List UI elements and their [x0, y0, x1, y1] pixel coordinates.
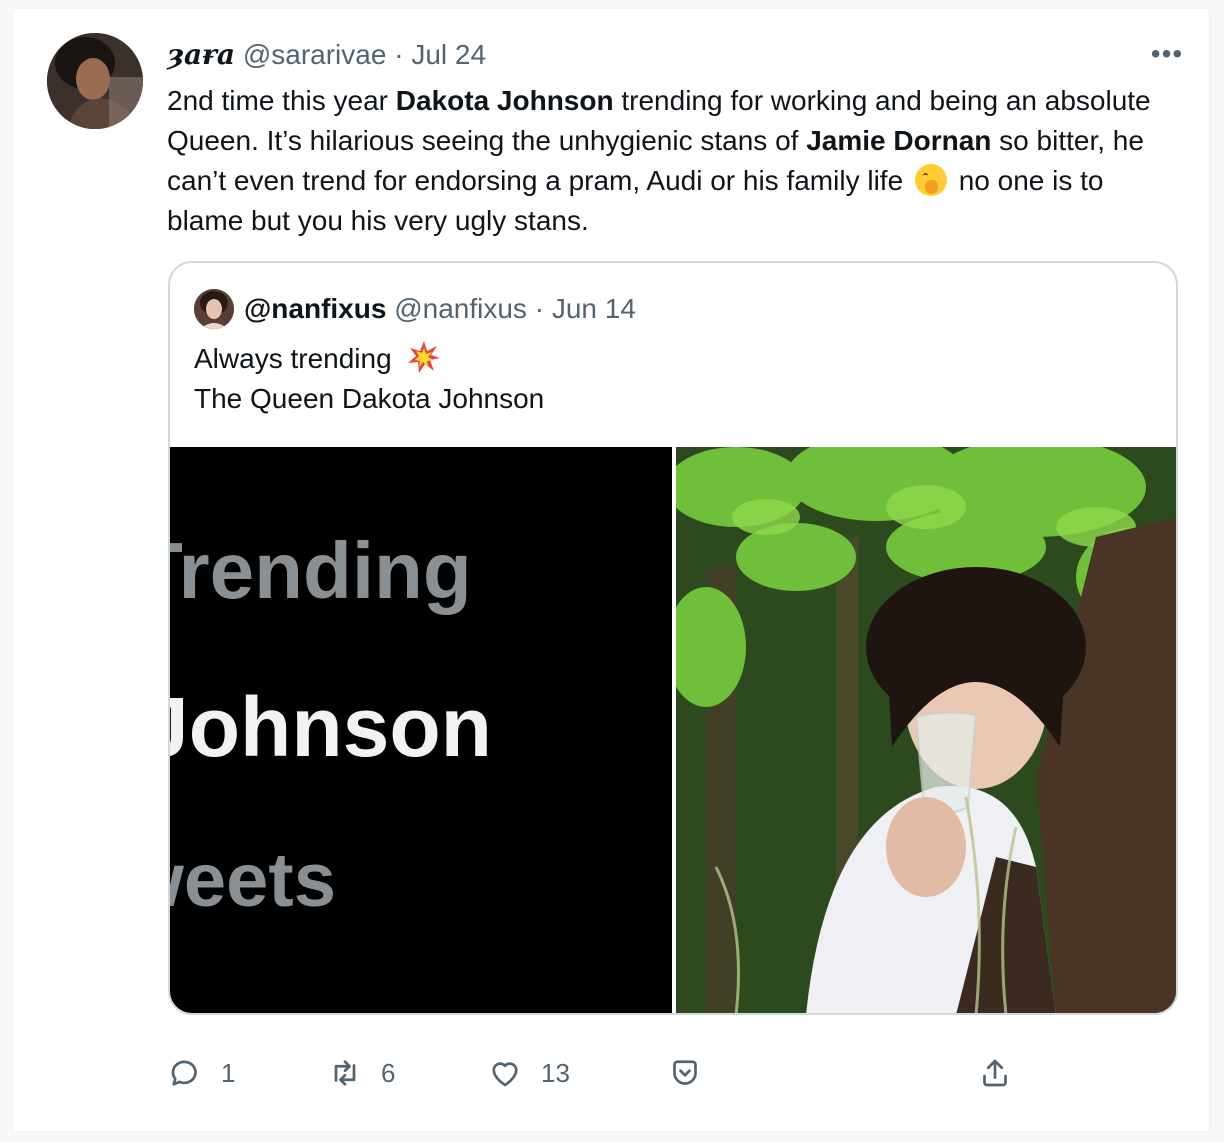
media-text-trending: Trending — [170, 526, 472, 615]
media-image-woman-with-glass[interactable] — [676, 447, 1176, 1013]
quoted-tweet-header: @nanfixus @nanfixus · Jun 14 — [244, 291, 636, 327]
header-separator: · — [394, 39, 404, 70]
reply-button[interactable]: 1 — [167, 1049, 235, 1097]
hand-over-mouth-emoji-icon — [914, 164, 947, 196]
retweet-button[interactable]: 6 — [327, 1049, 395, 1097]
user-handle[interactable]: @sararivae — [243, 39, 387, 70]
quoted-user-avatar[interactable] — [194, 289, 234, 329]
like-button[interactable]: 13 — [487, 1049, 570, 1097]
tweet-text: 2nd time this year Dakota Johnson trendi… — [167, 81, 1167, 241]
media-grid: Trending Johnson Tweets — [170, 447, 1176, 1013]
reply-icon — [171, 1060, 197, 1086]
quoted-line-1: Always trending — [194, 339, 544, 379]
like-count: 13 — [541, 1057, 570, 1088]
reply-count: 1 — [221, 1057, 236, 1088]
display-name[interactable]: ȝaɍa — [167, 38, 235, 71]
share-icon — [983, 1059, 1007, 1087]
avatar-photo — [47, 33, 143, 129]
more-icon: ••• — [1150, 38, 1184, 69]
media-text-johnson: Johnson — [170, 680, 492, 774]
quoted-separator: · — [534, 293, 545, 324]
tweet-text-bold: Jamie Dornan — [806, 125, 992, 156]
user-avatar[interactable] — [47, 33, 143, 129]
tweet-actions: 1 6 13 — [167, 1049, 1067, 1097]
quoted-avatar-photo — [194, 289, 234, 329]
quoted-line-2: The Queen Dakota Johnson — [194, 383, 545, 414]
quoted-handle[interactable]: @nanfixus — [394, 293, 527, 324]
tweet-header: ȝaɍa @sararivae · Jul 24 — [167, 37, 486, 73]
collision-emoji-icon — [408, 341, 441, 373]
quoted-date[interactable]: Jun 14 — [552, 293, 636, 324]
media-image-trending-screenshot[interactable]: Trending Johnson Tweets — [170, 447, 672, 1013]
quoted-line-1-text: Always trending — [194, 343, 392, 374]
media-text-tweets: Tweets — [170, 838, 337, 923]
retweet-count: 6 — [381, 1057, 396, 1088]
tweet-date[interactable]: Jul 24 — [411, 39, 486, 70]
retweet-icon — [334, 1060, 356, 1086]
tweet-card[interactable]: ȝaɍa @sararivae · Jul 24 ••• 2nd time th… — [12, 8, 1210, 1132]
quoted-tweet[interactable]: @nanfixus @nanfixus · Jun 14 Always tren… — [168, 261, 1178, 1015]
bookmark-icon — [673, 1060, 697, 1085]
bookmark-button[interactable] — [667, 1049, 703, 1097]
share-button[interactable] — [977, 1049, 1013, 1097]
more-options-button[interactable]: ••• — [1147, 38, 1187, 69]
tweet-text-part: 2nd time this year — [167, 85, 396, 116]
photo-illustration — [676, 447, 1176, 1013]
quoted-display-name[interactable]: @nanfixus — [244, 293, 386, 324]
quoted-tweet-text: Always trending The Queen Dakota Johnson — [194, 339, 544, 419]
tweet-text-bold: Dakota Johnson — [395, 85, 614, 116]
heart-icon — [492, 1062, 518, 1087]
